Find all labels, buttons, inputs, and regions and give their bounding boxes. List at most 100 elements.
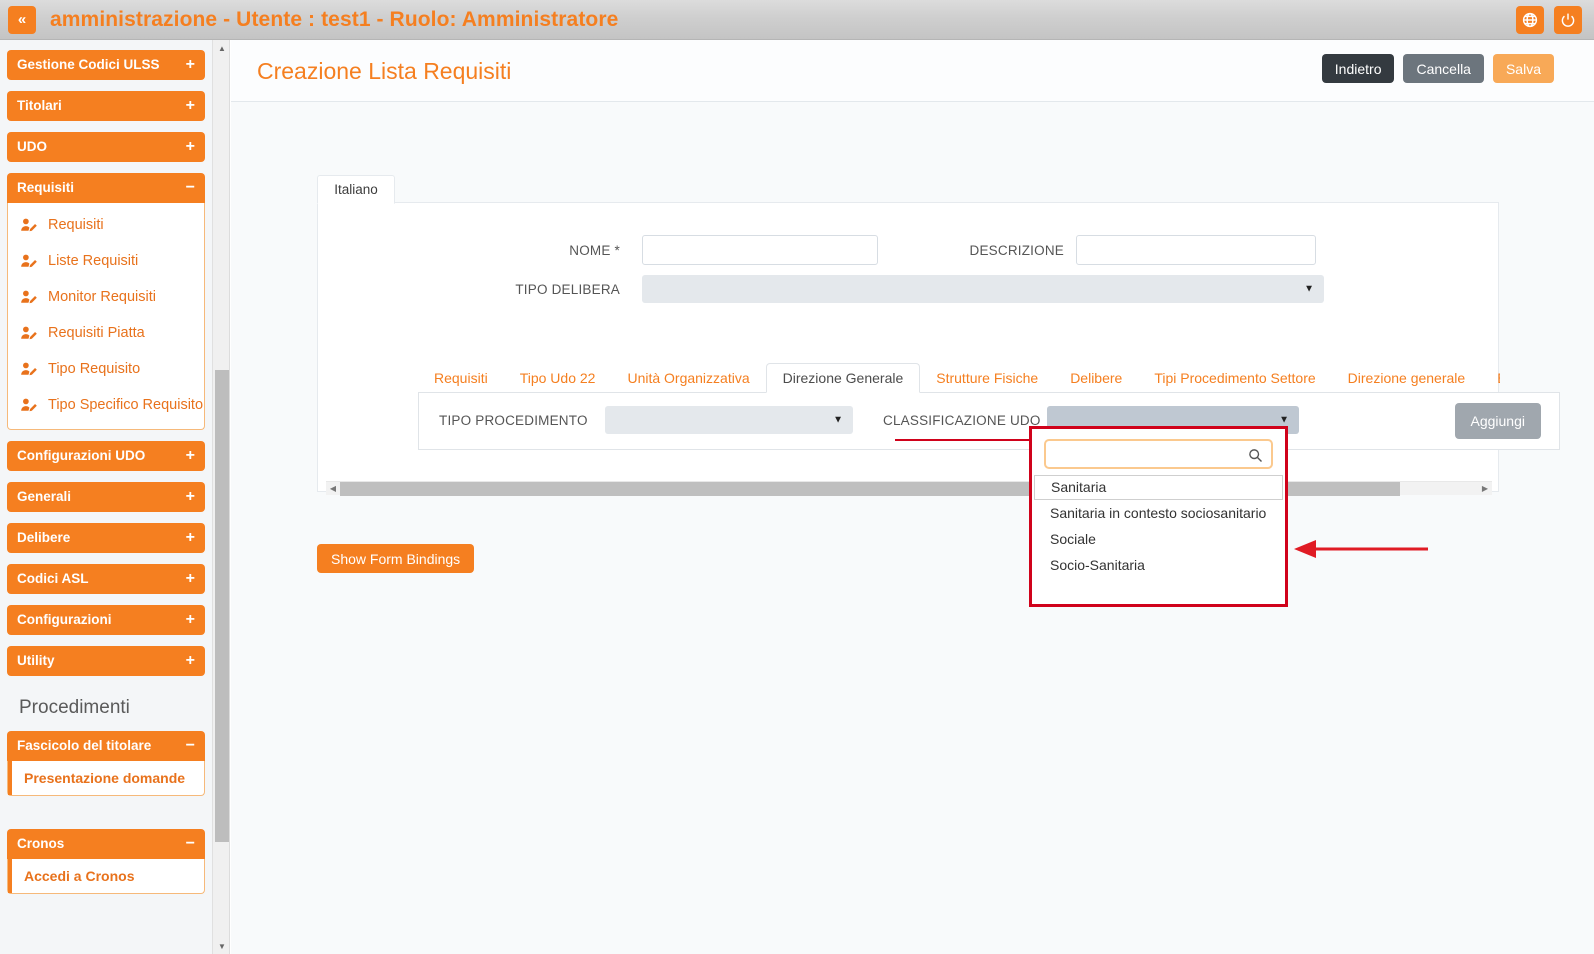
scroll-left-arrow-icon[interactable]: ◀ [326, 484, 340, 493]
dropdown-option-socio-sanitaria[interactable]: Socio-Sanitaria [1032, 552, 1285, 578]
indietro-button[interactable]: Indietro [1321, 54, 1395, 83]
expand-plus-icon: + [185, 56, 195, 73]
tab-tipo-udo-22[interactable]: Tipo Udo 22 [504, 364, 612, 393]
sidebar-group-utility[interactable]: Utility + [7, 646, 205, 676]
sidebar-group-codici-asl[interactable]: Codici ASL + [7, 564, 205, 594]
tipo-delibera-row: TIPO DELIBERA ▼ [510, 275, 1324, 303]
sidebar-group-label: UDO [17, 139, 47, 154]
sidebar-item-label: Requisiti [48, 217, 104, 233]
tab-edifici[interactable]: Edifi [1481, 364, 1500, 393]
dropdown-search-wrap [1032, 429, 1285, 475]
sidebar-group-label: Utility [17, 653, 55, 668]
user-edit-icon [20, 325, 42, 341]
chevron-down-icon: ▼ [1304, 283, 1314, 295]
expand-plus-icon: + [185, 570, 195, 587]
salva-button[interactable]: Salva [1492, 54, 1554, 83]
cancella-button[interactable]: Cancella [1403, 54, 1484, 83]
sidebar-group-label: Codici ASL [17, 571, 89, 586]
chevron-up-icon[interactable]: ▲ [213, 40, 231, 56]
nome-label: NOME * [569, 242, 620, 258]
header-button-group: Indietro Cancella Salva [1321, 54, 1554, 83]
sidebar: Gestione Codici ULSS + Titolari + UDO + … [0, 40, 212, 954]
sidebar-item-monitor-requisiti[interactable]: Monitor Requisiti [8, 279, 204, 315]
page-title: Creazione Lista Requisiti [257, 58, 512, 84]
tipo-procedimento-label: TIPO PROCEDIMENTO [439, 412, 588, 428]
expand-plus-icon: + [185, 447, 195, 464]
sidebar-item-label: Monitor Requisiti [48, 289, 156, 305]
annotation-arrow-icon [1290, 539, 1430, 559]
dropdown-option-sanitaria[interactable]: Sanitaria [1034, 475, 1283, 500]
search-icon [1248, 448, 1263, 463]
sidebar-submenu-fascicolo: Presentazione domande [7, 761, 205, 796]
dropdown-option-sanitaria-in-contesto-sociosanitario[interactable]: Sanitaria in contesto sociosanitario [1032, 500, 1285, 526]
sidebar-item-tipo-requisito[interactable]: Tipo Requisito [8, 351, 204, 387]
user-edit-icon [20, 253, 42, 269]
nome-input[interactable] [642, 235, 878, 265]
sidebar-item-label: Requisiti Piatta [48, 325, 145, 341]
sidebar-item-accedi-a-cronos[interactable]: Accedi a Cronos [8, 859, 204, 893]
sidebar-item-requisiti-piatta[interactable]: Requisiti Piatta [8, 315, 204, 351]
sidebar-group-configurazioni-udo[interactable]: Configurazioni UDO + [7, 441, 205, 471]
descrizione-input[interactable] [1076, 235, 1316, 265]
expand-plus-icon: + [185, 488, 195, 505]
sidebar-group-label: Generali [17, 489, 72, 504]
sidebar-submenu-cronos: Accedi a Cronos [7, 859, 205, 894]
sidebar-scrollbar-thumb[interactable] [215, 370, 229, 842]
dropdown-search-box[interactable] [1044, 439, 1273, 469]
panel-horizontal-scrollbar[interactable]: ◀ ▶ [326, 481, 1492, 496]
tipo-delibera-select[interactable]: ▼ [642, 275, 1324, 303]
sidebar-item-label: Liste Requisiti [48, 253, 139, 269]
main-content: Creazione Lista Requisiti Indietro Cance… [231, 40, 1594, 954]
tab-delibere[interactable]: Delibere [1054, 364, 1138, 393]
expand-plus-icon: + [185, 652, 195, 669]
tab-italiano[interactable]: Italiano [317, 175, 395, 204]
sidebar-group-configurazioni[interactable]: Configurazioni + [7, 605, 205, 635]
sidebar-item-presentazione-domande[interactable]: Presentazione domande [8, 761, 204, 795]
power-icon[interactable] [1554, 6, 1582, 34]
user-edit-icon [20, 217, 42, 233]
tab-unita-organizzativa[interactable]: Unità Organizzativa [611, 364, 765, 393]
sidebar-group-label: Requisiti [17, 180, 75, 195]
sidebar-item-liste-requisiti[interactable]: Liste Requisiti [8, 243, 204, 279]
sidebar-group-label: Gestione Codici ULSS [17, 57, 160, 72]
tab-direzione-generale-2[interactable]: Direzione generale [1332, 364, 1482, 393]
tab-direzione-generale[interactable]: Direzione Generale [765, 363, 921, 393]
user-edit-icon [20, 289, 42, 305]
form-card: Italiano NOME * DESCRIZIONE TIPO DELIBER… [317, 175, 1560, 496]
sidebar-group-delibere[interactable]: Delibere + [7, 523, 205, 553]
tab-panel-direzione-generale: TIPO PROCEDIMENTO ▼ CLASSIFICAZIONE UDO … [418, 392, 1560, 450]
top-bar: « amministrazione - Utente : test1 - Ruo… [0, 0, 1594, 40]
globe-icon[interactable] [1516, 6, 1544, 34]
nome-field-row: NOME * DESCRIZIONE [510, 235, 1316, 265]
expand-plus-icon: + [185, 529, 195, 546]
show-form-bindings-button[interactable]: Show Form Bindings [317, 544, 475, 573]
sidebar-item-label: Tipo Specifico Requisito [48, 397, 204, 413]
sidebar-group-titolari[interactable]: Titolari + [7, 91, 205, 121]
sidebar-group-requisiti[interactable]: Requisiti − [7, 173, 205, 203]
collapse-minus-icon: − [185, 835, 195, 852]
sidebar-submenu-requisiti: Requisiti Liste Requisiti Monitor Requis… [7, 203, 205, 430]
aggiungi-button[interactable]: Aggiungi [1454, 403, 1541, 439]
sidebar-item-requisiti[interactable]: Requisiti [8, 207, 204, 243]
sidebar-scrollbar[interactable]: ▲ ▼ [212, 40, 230, 954]
sidebar-group-gestione-codici-ulss[interactable]: Gestione Codici ULSS + [7, 50, 205, 80]
sidebar-group-udo[interactable]: UDO + [7, 132, 205, 162]
tipo-procedimento-select[interactable]: ▼ [605, 406, 853, 434]
classificazione-udo-label: CLASSIFICAZIONE UDO [883, 412, 1041, 428]
scroll-right-arrow-icon[interactable]: ▶ [1478, 484, 1492, 493]
expand-plus-icon: + [185, 138, 195, 155]
sidebar-collapse-button[interactable]: « [8, 5, 36, 34]
tab-requisiti[interactable]: Requisiti [418, 364, 504, 393]
dropdown-search-input[interactable] [1046, 441, 1271, 467]
inner-tab-strip: Requisiti Tipo Udo 22 Unità Organizzativ… [418, 363, 1500, 393]
sidebar-group-fascicolo-del-titolare[interactable]: Fascicolo del titolare − [7, 731, 205, 761]
chevron-down-icon[interactable]: ▼ [213, 938, 231, 954]
tab-tipi-procedimento-settore[interactable]: Tipi Procedimento Settore [1138, 364, 1331, 393]
sidebar-group-cronos[interactable]: Cronos − [7, 829, 205, 859]
chevron-down-icon: ▼ [833, 414, 843, 426]
dropdown-option-sociale[interactable]: Sociale [1032, 526, 1285, 552]
sidebar-item-tipo-specifico-requisito[interactable]: Tipo Specifico Requisito [8, 387, 204, 423]
sidebar-group-generali[interactable]: Generali + [7, 482, 205, 512]
tab-strutture-fisiche[interactable]: Strutture Fisiche [920, 364, 1054, 393]
